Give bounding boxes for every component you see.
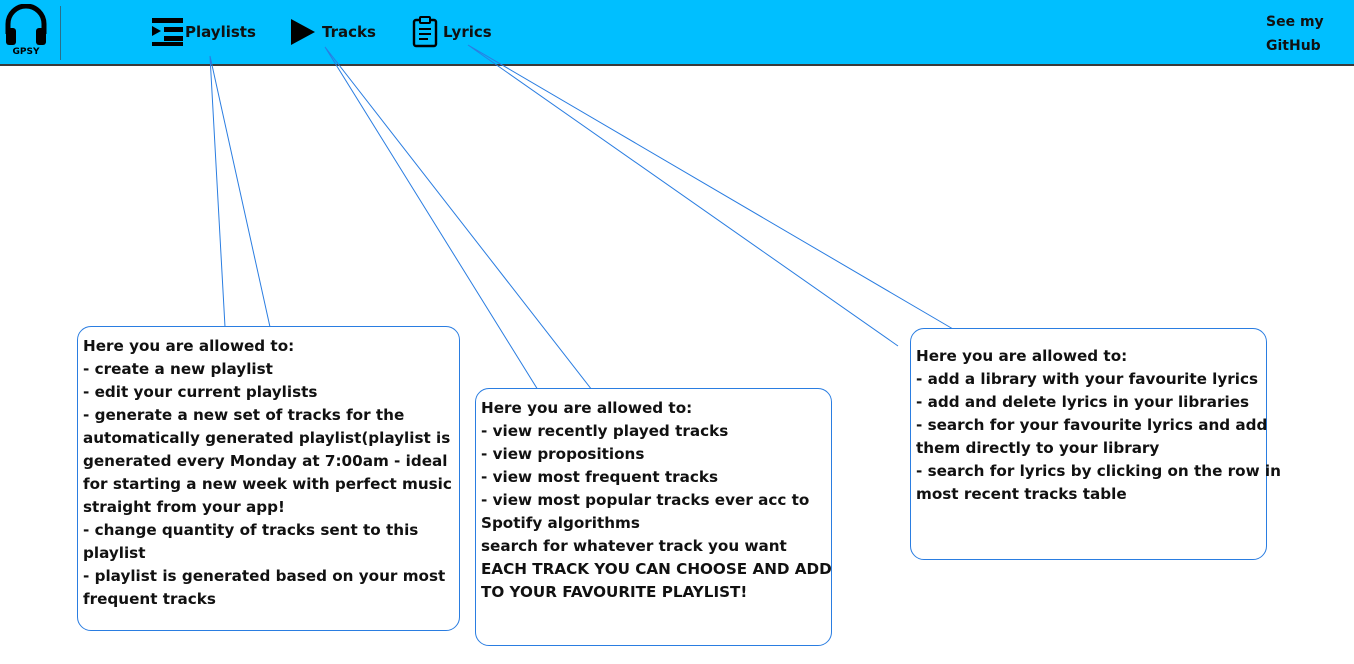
tracks-callout-line: - view recently played tracks [481, 422, 729, 440]
lyrics-callout-line: most recent tracks table [916, 485, 1127, 503]
tracks-callout-line: - view propositions [481, 445, 645, 463]
tracks-callout-line: TO YOUR FAVOURITE PLAYLIST! [481, 583, 748, 601]
tracks-callout-line: Spotify algorithms [481, 514, 640, 532]
lyrics-callout-pointer [467, 44, 954, 347]
nav-lyrics-label: Lyrics [443, 23, 492, 41]
nav-playlists-label: Playlists [185, 23, 256, 41]
nav-tracks[interactable]: Tracks [289, 14, 376, 50]
lyrics-callout-line: - search for lyrics by clicking on the r… [916, 462, 1281, 480]
lyrics-callout-line: - add and delete lyrics in your librarie… [916, 393, 1250, 411]
playlists-callout-line: automatically generated playlist(playlis… [83, 429, 451, 447]
navbar-divider [60, 6, 61, 60]
play-icon [291, 19, 315, 45]
lyrics-callout: Here you are allowed to: - add a library … [910, 328, 1281, 560]
playlist-icon [152, 18, 183, 46]
lyrics-callout-line: - search for your favourite lyrics and a… [916, 416, 1268, 434]
github-link-line2: GitHub [1266, 38, 1321, 54]
playlists-callout-line: straight from your app! [83, 498, 285, 516]
github-link[interactable]: See my GitHub [1266, 10, 1324, 58]
tracks-callout: Here you are allowed to: - view recently … [475, 388, 832, 646]
playlists-callout-pointer [209, 55, 271, 328]
lyrics-callout-line: them directly to your library [916, 439, 1160, 457]
tracks-callout-line: Here you are allowed to: [481, 399, 693, 417]
playlists-callout-line: - change quantity of tracks sent to this [83, 521, 419, 539]
playlists-callout-line: - playlist is generated based on your mo… [83, 567, 446, 585]
nav-lyrics[interactable]: Lyrics [411, 14, 492, 50]
playlists-callout-line: Here you are allowed to: [83, 337, 295, 355]
lyrics-callout-line: Here you are allowed to: [916, 347, 1128, 365]
playlists-callout-line: - generate a new set of tracks for the [83, 406, 405, 424]
playlists-callout-line: - edit your current playlists [83, 383, 318, 401]
playlists-callout-line: playlist [83, 544, 146, 562]
tracks-callout-line: EACH TRACK YOU CAN CHOOSE AND ADD [481, 560, 832, 578]
lyrics-callout-line: - add a library with your favourite lyri… [916, 370, 1259, 388]
nav-playlists[interactable]: Playlists [151, 14, 256, 50]
clipboard-icon [412, 16, 438, 48]
tracks-callout-line: - view most popular tracks ever acc to [481, 491, 810, 509]
top-navbar: GPSY Playlists Tracks Lyrics See my GitH… [0, 0, 1354, 66]
playlists-callout-line: for starting a new week with perfect mus… [83, 475, 452, 493]
playlists-callout: Here you are allowed to: - create a new p… [77, 326, 460, 631]
playlists-callout-line: frequent tracks [83, 590, 216, 608]
headphones-icon [5, 3, 47, 45]
github-link-line1: See my [1266, 14, 1324, 30]
tracks-callout-line: - view most frequent tracks [481, 468, 719, 486]
logo-text: GPSY [12, 47, 40, 57]
playlists-callout-line: generated every Monday at 7:00am - ideal [83, 452, 448, 470]
app-logo[interactable]: GPSY [4, 3, 48, 60]
nav-tracks-label: Tracks [322, 23, 376, 41]
tracks-callout-line: search for whatever track you want [481, 537, 787, 555]
playlists-callout-line: - create a new playlist [83, 360, 273, 378]
